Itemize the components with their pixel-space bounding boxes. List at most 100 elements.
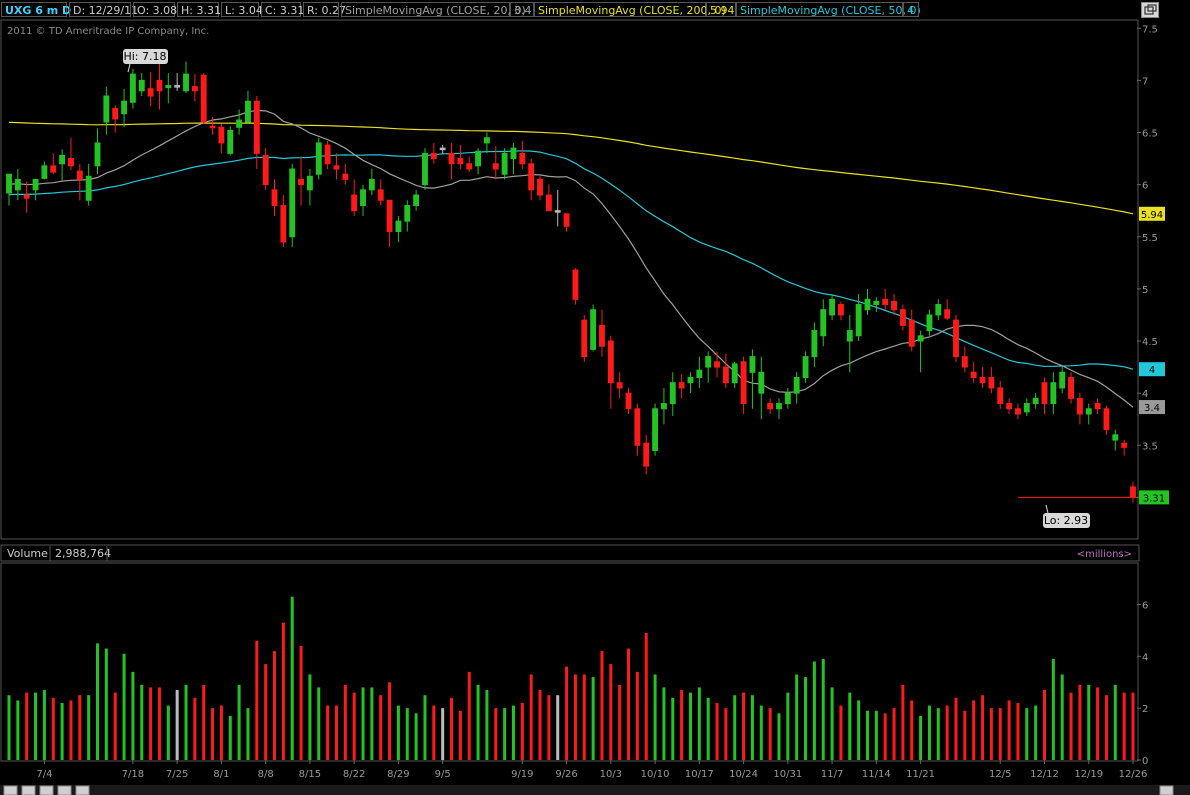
price-volume-chart: 7.576.565.554.543.5302467/47/187/258/18/…: [0, 19, 1190, 795]
candle-body: [280, 204, 287, 243]
candle-body: [1032, 397, 1039, 405]
volume-bar: [998, 708, 1002, 760]
candle-body: [200, 74, 207, 123]
candle-body: [368, 178, 375, 191]
date-tick-label: 7/25: [166, 769, 188, 780]
date-tick-label: 10/31: [773, 769, 802, 780]
volume-bar: [131, 671, 135, 760]
candle-body: [590, 309, 597, 350]
volume-bar: [149, 687, 153, 760]
hi-label: Hi: 7.18: [123, 50, 166, 63]
candle-body: [191, 86, 198, 92]
style-button[interactable]: [75, 785, 90, 795]
candle-body: [377, 189, 384, 201]
candle-body: [439, 147, 446, 151]
candle-body: [342, 173, 349, 180]
zoom-reset-button[interactable]: [39, 785, 54, 795]
candle-body: [147, 88, 154, 97]
candle-body: [1121, 442, 1128, 448]
volume-bar: [680, 690, 684, 760]
volume-bar: [96, 643, 100, 760]
volume-bar: [290, 596, 294, 760]
volume-bar: [582, 674, 586, 760]
volume-tick-label: 4: [1142, 652, 1148, 663]
candle-body: [944, 309, 951, 319]
volume-bar: [370, 687, 374, 760]
volume-bar: [520, 702, 524, 760]
candle-body: [1041, 382, 1048, 405]
candle-body: [41, 165, 48, 179]
volume-bar: [273, 651, 277, 760]
volume-bar: [901, 684, 905, 760]
candle-body: [599, 324, 605, 347]
volume-bar: [759, 705, 763, 760]
candle-body: [749, 356, 756, 373]
sma-value-badge-text: 4: [1149, 365, 1155, 376]
volume-bar: [954, 697, 958, 760]
date-tick-label: 10/3: [600, 769, 622, 780]
volume-bar: [1069, 692, 1073, 760]
candle-body: [997, 387, 1004, 405]
copyright-text: 2011 © TD Ameritrade IP Company, Inc.: [7, 26, 209, 37]
volume-bar: [51, 697, 55, 760]
volume-bar: [352, 692, 356, 760]
scroll-right-button[interactable]: [1159, 785, 1174, 795]
candle-body: [652, 408, 659, 451]
volume-bar: [653, 674, 657, 760]
zoom-out-button[interactable]: [3, 785, 18, 795]
candle-body: [899, 309, 906, 326]
volume-bar: [246, 708, 250, 760]
candle-body: [696, 369, 703, 378]
candle-body: [731, 363, 738, 384]
price-panel-frame: [0, 19, 1139, 540]
volume-bar: [60, 702, 64, 760]
zoom-in-button[interactable]: [21, 785, 36, 795]
candle-body: [1023, 403, 1030, 413]
candle-body: [475, 150, 482, 167]
volume-bar: [1007, 700, 1011, 760]
candle-body: [112, 108, 119, 120]
volume-bar: [476, 684, 480, 760]
candle-body: [776, 403, 782, 410]
candle-body: [970, 371, 977, 378]
date-tick-label: 12/12: [1030, 769, 1059, 780]
volume-bar: [42, 690, 46, 760]
sma-value-badge-text: 3.4: [1144, 403, 1160, 414]
volume-bar: [237, 684, 241, 760]
volume-bar: [910, 700, 914, 760]
candle-body: [413, 194, 420, 206]
volume-bar: [1016, 702, 1020, 760]
candle-body: [811, 330, 818, 358]
volume-bar: [78, 695, 82, 760]
volume-bar: [857, 700, 861, 760]
volume-bar: [264, 664, 268, 760]
volume-bar: [777, 713, 781, 760]
volume-bar: [255, 640, 259, 760]
price-tick-label: 6.5: [1142, 129, 1158, 140]
candle-body: [94, 142, 101, 167]
candle-body: [510, 147, 517, 160]
volume-bar: [848, 692, 852, 760]
volume-bar: [1060, 674, 1064, 760]
volume-bar: [503, 708, 507, 760]
candle-body: [360, 189, 366, 206]
date-tick-label: 9/5: [435, 769, 451, 780]
candle-body: [165, 85, 172, 89]
volume-bar: [839, 705, 843, 760]
volume-bar: [1078, 684, 1082, 760]
price-tick-label: 3.5: [1142, 441, 1158, 452]
volume-bar: [113, 692, 117, 760]
price-tick-label: 5: [1142, 285, 1148, 296]
volume-bar: [396, 705, 400, 760]
volume-bar: [715, 702, 719, 760]
candle-body: [68, 158, 74, 167]
drawing-tools-button[interactable]: [57, 785, 72, 795]
volume-bar: [972, 700, 976, 760]
volume-bar: [326, 705, 330, 760]
candle-body: [908, 319, 915, 347]
last-price-badge-text: 3.31: [1143, 493, 1165, 504]
date-tick-label: 8/15: [299, 769, 321, 780]
candle-body: [678, 382, 685, 389]
candle-body: [1068, 376, 1074, 399]
volume-bar: [166, 705, 170, 760]
